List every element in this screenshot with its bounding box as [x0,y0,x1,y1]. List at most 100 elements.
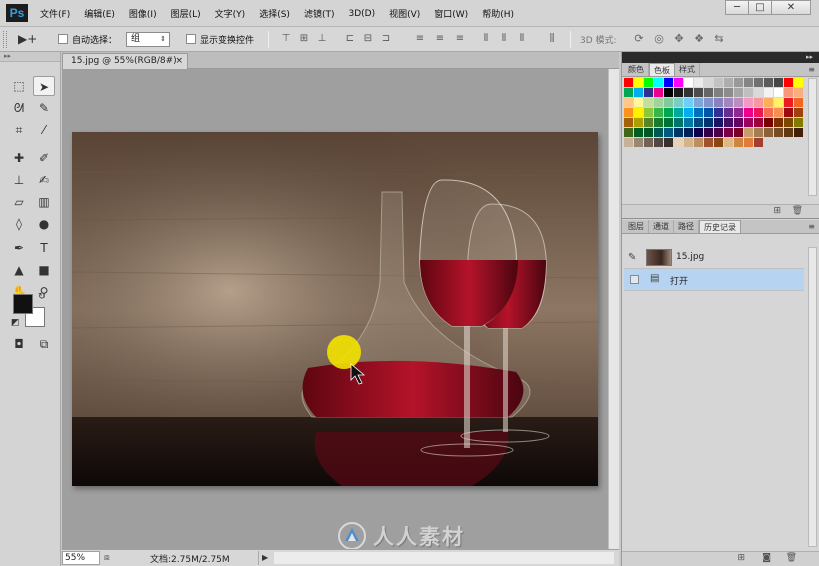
history-snapshot-row[interactable]: ✎ 15.jpg [624,247,804,269]
color-swatch[interactable] [764,78,773,87]
color-swatch[interactable] [774,108,783,117]
tab-paths[interactable]: 路径 [674,220,699,233]
panel-menu-icon[interactable]: ≡ [808,63,815,76]
quick-mask-icon[interactable]: ◘ [8,334,30,354]
color-swatch[interactable] [654,78,663,87]
history-brush-source-icon[interactable]: ✎ [628,252,636,263]
panel-menu-icon[interactable]: ≡ [808,220,815,233]
color-swatch[interactable] [704,128,713,137]
color-swatch[interactable] [624,98,633,107]
color-swatch[interactable] [784,88,793,97]
menu-select[interactable]: 选择(S) [259,7,290,20]
color-swatch[interactable] [684,88,693,97]
lasso-tool-icon[interactable]: ᘛ [8,98,30,118]
color-swatch[interactable] [794,118,803,127]
color-swatch[interactable] [754,138,763,147]
color-swatch[interactable] [744,88,753,97]
move-tool-icon[interactable]: ➤ [33,76,55,96]
tab-layers[interactable]: 图层 [624,220,649,233]
delete-swatch-icon[interactable]: 🗑 [792,206,803,216]
color-swatch[interactable] [734,108,743,117]
status-menu-arrow-icon[interactable]: ▶ [258,551,270,565]
new-swatch-icon[interactable]: ⊞ [773,206,781,216]
zoom-field[interactable]: 55% [62,551,100,565]
color-swatch[interactable] [734,88,743,97]
align-hcenter-icon[interactable]: ⊟ [362,33,374,45]
color-swatch[interactable] [624,118,633,127]
eyedropper-tool-icon[interactable]: ⁄ [33,120,55,140]
color-swatch[interactable] [744,118,753,127]
status-info-icon[interactable]: ⧈ [104,551,116,565]
align-top-icon[interactable]: ⊤ [280,33,292,45]
color-swatch[interactable] [794,78,803,87]
menu-help[interactable]: 帮助(H) [482,7,514,20]
color-swatch[interactable] [664,88,673,97]
color-swatch[interactable] [654,88,663,97]
menu-filter[interactable]: 滤镜(T) [304,7,335,20]
color-swatch[interactable] [644,128,653,137]
color-swatch[interactable] [764,118,773,127]
color-swatch[interactable] [684,98,693,107]
color-swatch[interactable] [714,88,723,97]
distribute-left-icon[interactable]: ⫴ [480,33,492,45]
color-swatch[interactable] [754,78,763,87]
color-swatch[interactable] [654,138,663,147]
distribute-right-icon[interactable]: ⫴ [516,33,528,45]
foreground-color-swatch[interactable] [13,294,33,314]
color-swatch[interactable] [794,88,803,97]
move-tool-preset-icon[interactable]: ▶+ [18,31,48,47]
panel-collapse-bar[interactable]: ▸▸ [622,52,819,63]
type-tool-icon[interactable]: T [33,238,55,258]
color-swatch[interactable] [664,118,673,127]
distribute-top-icon[interactable]: ≡ [414,33,426,45]
color-swatch[interactable] [734,128,743,137]
align-vcenter-icon[interactable]: ⊞ [298,33,310,45]
color-swatch[interactable] [684,138,693,147]
3d-roll-icon[interactable]: ◎ [652,32,666,46]
distribute-hcenter-icon[interactable]: ⫴ [498,33,510,45]
color-swatch[interactable] [674,118,683,127]
color-swatch[interactable] [754,88,763,97]
options-grip[interactable] [3,31,7,48]
color-swatch[interactable] [694,118,703,127]
new-snapshot-icon[interactable]: ◙ [762,553,771,563]
color-swatch[interactable] [714,128,723,137]
collapse-icon[interactable]: ▸▸ [806,52,813,63]
color-swatch[interactable] [634,118,643,127]
menu-edit[interactable]: 编辑(E) [84,7,115,20]
color-swatch[interactable] [764,108,773,117]
color-swatch[interactable] [654,118,663,127]
color-swatch[interactable] [644,108,653,117]
color-swatch[interactable] [664,108,673,117]
color-swatch[interactable] [694,88,703,97]
color-swatch[interactable] [674,98,683,107]
color-swatch[interactable] [704,118,713,127]
tab-color[interactable]: 颜色 [624,63,649,76]
color-swatch[interactable] [724,78,733,87]
color-swatch[interactable] [744,138,753,147]
auto-select-dropdown[interactable]: 组 ⇕ [126,32,170,47]
clone-stamp-tool-icon[interactable]: ⊥ [8,170,30,190]
default-colors-icon[interactable]: ◩ [11,318,20,328]
shape-tool-icon[interactable]: ■ [33,260,55,280]
history-source-checkbox[interactable] [630,275,639,284]
distribute-vcenter-icon[interactable]: ≡ [434,33,446,45]
color-swatch[interactable] [784,128,793,137]
color-swatch[interactable] [674,108,683,117]
3d-scale-icon[interactable]: ⇆ [712,32,726,46]
color-swatch[interactable] [754,118,763,127]
menu-image[interactable]: 图像(I) [129,7,157,20]
distribute-bottom-icon[interactable]: ≡ [454,33,466,45]
color-swatch[interactable] [734,118,743,127]
color-swatch[interactable] [664,98,673,107]
tab-history[interactable]: 历史记录 [699,220,741,233]
color-swatch[interactable] [624,128,633,137]
color-swatch[interactable] [704,138,713,147]
color-swatch[interactable] [634,98,643,107]
color-swatch[interactable] [704,78,713,87]
color-swatch[interactable] [654,128,663,137]
menu-window[interactable]: 窗口(W) [434,7,468,20]
swatches-scrollbar[interactable] [808,78,817,196]
color-swatch[interactable] [634,108,643,117]
color-swatch[interactable] [654,108,663,117]
